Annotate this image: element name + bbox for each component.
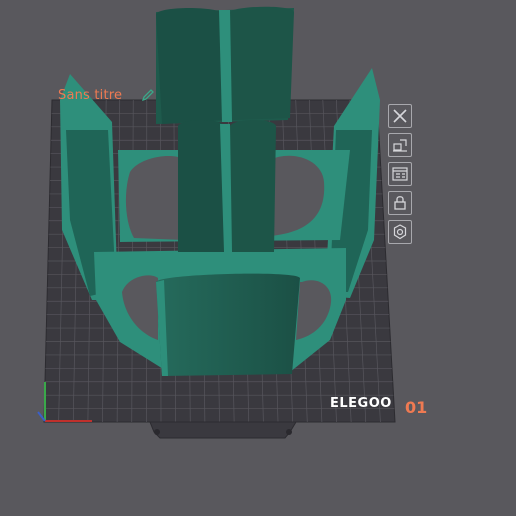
plate-title[interactable]: Sans titre: [58, 88, 122, 103]
close-plate-icon[interactable]: [388, 104, 412, 128]
plate-number: 01: [405, 398, 428, 417]
brand-logo: ELEGOO: [330, 396, 392, 411]
plate-toolbar: [388, 104, 418, 249]
edit-icon[interactable]: [141, 88, 155, 102]
viewport-3d[interactable]: [0, 0, 516, 516]
plate-settings-icon[interactable]: [388, 162, 412, 186]
gear-icon[interactable]: [388, 220, 412, 244]
auto-arrange-icon[interactable]: [388, 133, 412, 157]
lock-icon[interactable]: [388, 191, 412, 215]
model-object[interactable]: [60, 6, 380, 376]
